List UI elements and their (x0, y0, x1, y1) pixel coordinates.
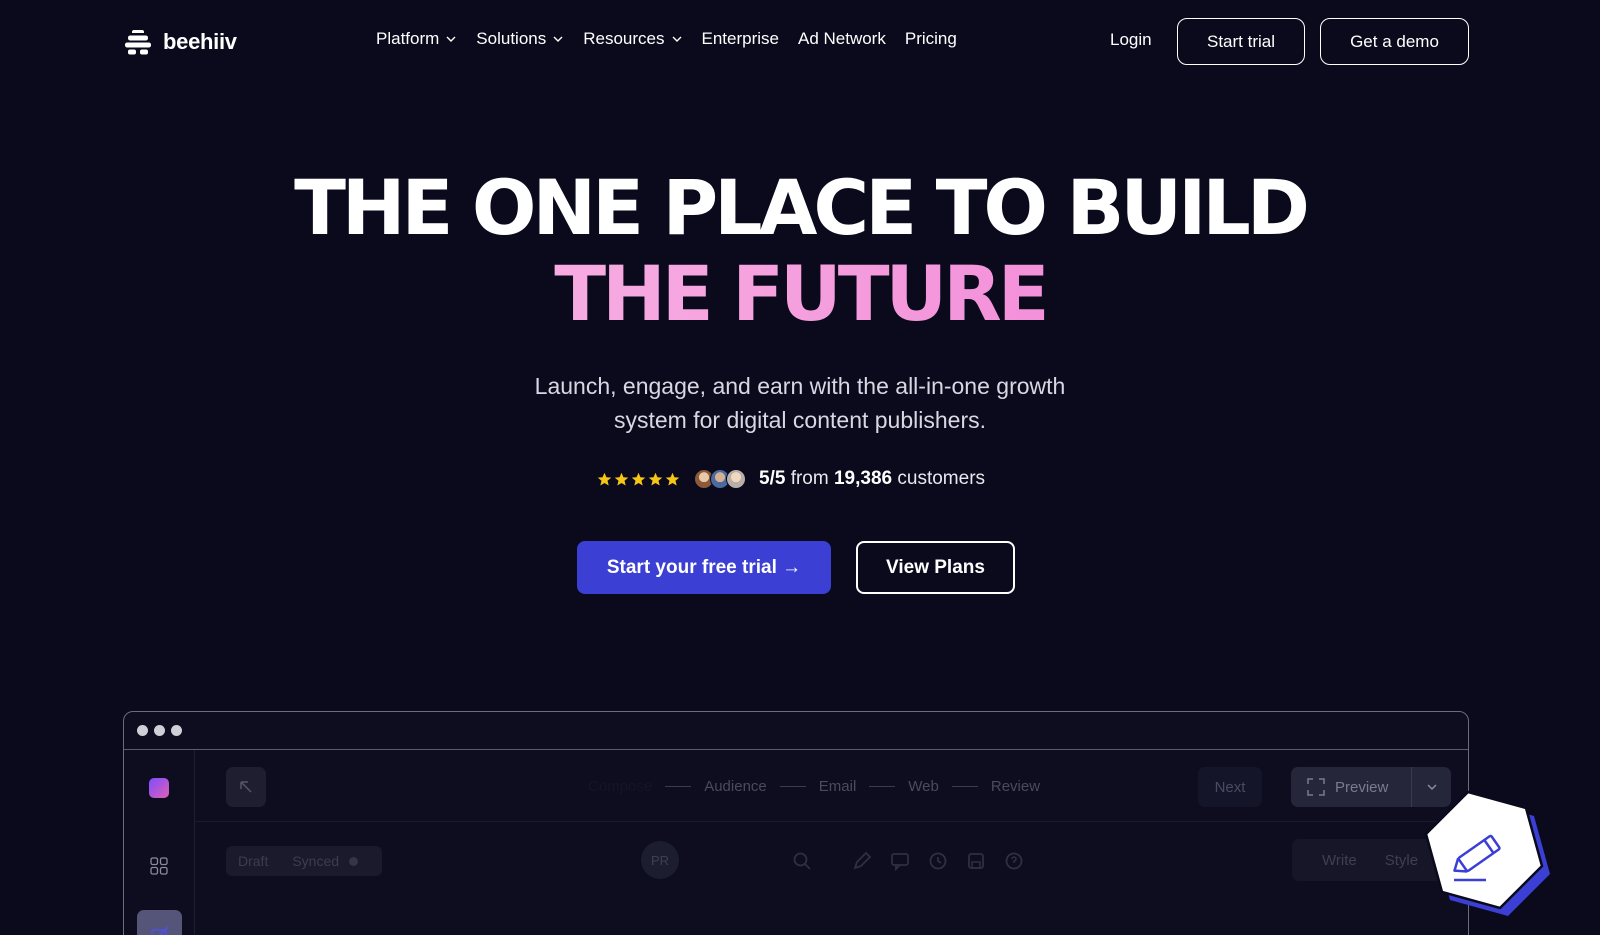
status-draft: Draft (238, 853, 269, 869)
nav-label: Ad Network (797, 29, 886, 48)
chevron-down-icon (553, 36, 563, 42)
save-icon[interactable] (965, 850, 987, 872)
rating-from: from (790, 468, 829, 489)
window-titlebar (124, 712, 1468, 750)
app-sidebar (124, 750, 195, 935)
rating-score: 5/5 (759, 468, 786, 489)
chevron-down-icon (672, 36, 681, 42)
step-divider (779, 785, 806, 788)
mode-write[interactable]: Write (1322, 852, 1357, 869)
brand-name: beehiiv (163, 29, 237, 54)
pen-icon[interactable] (851, 850, 873, 872)
start-trial-button[interactable]: Start trial (1177, 18, 1305, 65)
edit-icon[interactable] (137, 910, 182, 935)
app-topbar: Compose Audience Email Web Review Next P… (195, 750, 1468, 822)
start-free-trial-button[interactable]: Start your free trial → (577, 541, 831, 594)
editor-tools (791, 850, 1025, 872)
customer-avatars (694, 469, 746, 489)
chevron-down-icon (446, 36, 456, 42)
hero-headline-line-2: THE FUTURE (0, 256, 1600, 332)
author-avatar[interactable]: PR (641, 841, 679, 879)
get-demo-button[interactable]: Get a demo (1320, 18, 1469, 65)
step-divider (951, 785, 978, 788)
beehive-logo-icon (125, 30, 151, 55)
customer-rating: 5/5 from 19,386 customers (597, 465, 985, 493)
step-email[interactable]: Email (819, 778, 857, 795)
comment-icon[interactable] (889, 850, 911, 872)
star-icon (631, 472, 646, 485)
view-plans-button[interactable]: View Plans (856, 541, 1015, 594)
main-menu: Platform Solutions Resources Enterprise … (376, 29, 976, 49)
rating-count: 19,386 (833, 468, 893, 489)
step-divider (665, 785, 692, 788)
nav-label: Pricing (904, 29, 957, 48)
nav-label: Platform (376, 29, 440, 48)
pencil-badge-icon (1424, 790, 1550, 916)
step-web[interactable]: Web (908, 778, 939, 795)
collapse-button[interactable] (226, 767, 266, 807)
star-icon (597, 472, 612, 485)
window-dot (137, 725, 148, 736)
nav-item-ad-network[interactable]: Ad Network (798, 29, 886, 49)
nav-item-platform[interactable]: Platform (376, 29, 457, 49)
preview-label: Preview (1335, 778, 1389, 796)
star-icon (648, 472, 663, 485)
nav-label: Enterprise (701, 29, 779, 48)
next-button[interactable]: Next (1198, 767, 1262, 807)
star-rating (597, 472, 680, 487)
step-compose[interactable]: Compose (588, 778, 652, 795)
window-dot (154, 725, 165, 736)
history-icon[interactable] (927, 850, 949, 872)
search-icon[interactable] (791, 850, 813, 872)
publish-steps: Compose Audience Email Web Review (588, 778, 1040, 795)
nav-item-pricing[interactable]: Pricing (905, 29, 957, 49)
help-icon[interactable] (1003, 850, 1025, 872)
nav-label: Resources (583, 29, 665, 48)
brand-logo[interactable]: beehiiv (123, 26, 237, 58)
nav-item-resources[interactable]: Resources (583, 29, 682, 49)
post-status: Draft Synced (226, 846, 382, 876)
star-icon (665, 472, 680, 485)
expand-icon (1307, 778, 1325, 796)
sync-indicator (349, 856, 359, 866)
rating-suffix: customers (897, 468, 986, 489)
step-divider (869, 785, 896, 788)
nav-label: Solutions (476, 29, 547, 48)
window-dot (171, 725, 182, 736)
hero-subtitle: Launch, engage, and earn with the all-in… (534, 373, 1066, 433)
rating-summary: 5/5 from 19,386 customers (759, 468, 985, 490)
avatar (726, 469, 746, 489)
login-link[interactable]: Login (1110, 30, 1152, 50)
nav-item-enterprise[interactable]: Enterprise (702, 29, 779, 49)
step-audience[interactable]: Audience (704, 778, 767, 795)
app-preview-window: Compose Audience Email Web Review Next P… (123, 711, 1469, 935)
step-review[interactable]: Review (991, 778, 1040, 795)
app-body: Compose Audience Email Web Review Next P… (124, 750, 1468, 935)
home-icon[interactable] (149, 778, 169, 798)
hero-headline-line-1: THE ONE PLACE TO BUILD (294, 163, 1310, 252)
star-icon (614, 472, 629, 485)
editor-toolbar: Draft Synced PR Write Style (195, 822, 1468, 935)
status-synced: Synced (292, 853, 340, 869)
arrow-up-left-icon (240, 781, 252, 793)
top-navigation: beehiiv Platform Solutions Resources Ent… (0, 0, 1600, 84)
nav-item-solutions[interactable]: Solutions (476, 29, 564, 49)
grid-icon[interactable] (150, 857, 168, 875)
